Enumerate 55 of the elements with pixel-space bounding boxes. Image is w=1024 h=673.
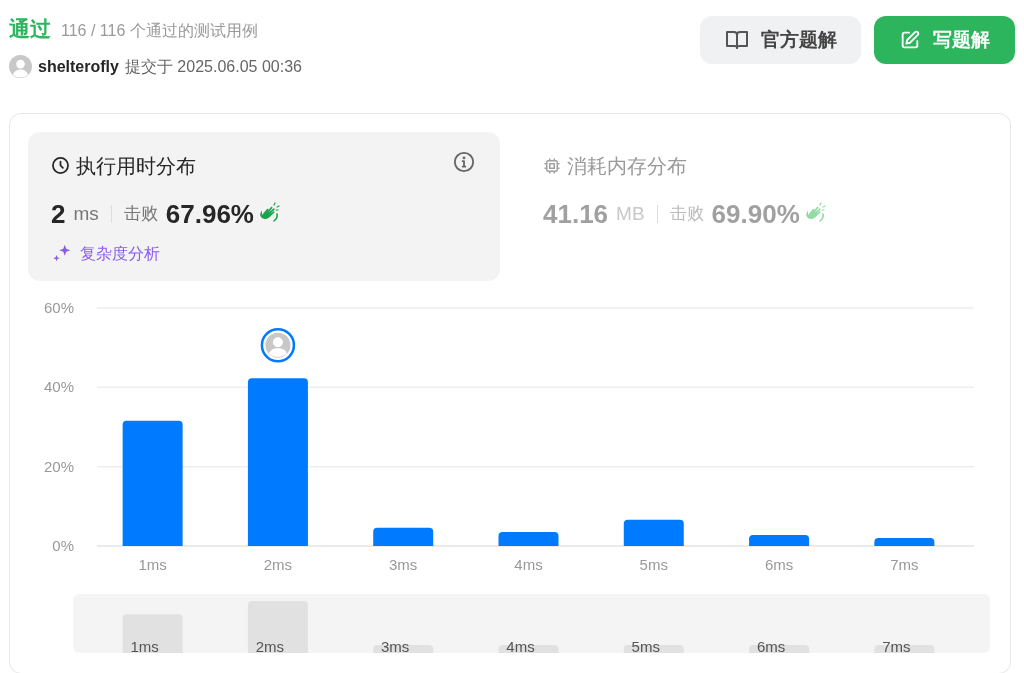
- beats-label: 击败: [669, 203, 704, 226]
- y-axis-label: 40%: [43, 377, 74, 395]
- book-icon: [724, 28, 749, 52]
- y-axis-label: 0%: [52, 536, 74, 554]
- x-axis-label: 7ms: [890, 555, 919, 573]
- beats-label: 击败: [123, 203, 158, 226]
- y-axis-label: 20%: [43, 457, 74, 475]
- navigator-label: 2ms: [255, 637, 285, 655]
- chip-icon: [543, 156, 561, 175]
- navigator-label: 7ms: [882, 637, 911, 655]
- bar[interactable]: [247, 377, 308, 546]
- value-unit: ms: [73, 201, 99, 226]
- navigator-label: 5ms: [631, 637, 660, 655]
- x-axis-label: 2ms: [263, 555, 293, 573]
- x-axis-label: 5ms: [639, 555, 668, 573]
- navigator-bar: [498, 644, 559, 653]
- bar[interactable]: [373, 527, 434, 546]
- bar[interactable]: [122, 420, 183, 546]
- beats-percentage: 69.90%: [711, 197, 800, 231]
- x-axis-label: 3ms: [389, 555, 418, 573]
- test-count: 116 / 116 个通过的测试用例: [61, 21, 258, 41]
- value-number: 41.16: [543, 197, 609, 231]
- avatar-marker: [260, 327, 296, 362]
- panel-title: 消耗内存分布: [567, 153, 687, 179]
- navigator-bar: [623, 644, 684, 653]
- navigator-bar: [247, 600, 308, 653]
- navigator-label: 4ms: [506, 637, 535, 655]
- status-label: 通过: [9, 16, 51, 42]
- bar[interactable]: [874, 537, 935, 546]
- navigator-bar: [749, 644, 810, 653]
- value-number: 2: [51, 197, 66, 231]
- beats-percentage: 67.96%: [165, 197, 254, 231]
- bar[interactable]: [498, 531, 559, 546]
- y-axis-label: 60%: [43, 298, 74, 316]
- info-icon[interactable]: [453, 150, 475, 173]
- complexity-analysis-link[interactable]: 复杂度分析: [51, 241, 160, 266]
- panel-title: 执行用时分布: [76, 153, 196, 179]
- submitted-time: 提交于 2025.06.05 00:36: [124, 56, 302, 77]
- avatar-icon: [9, 55, 32, 78]
- username[interactable]: shelterofly: [38, 54, 119, 79]
- x-axis-label: 4ms: [514, 555, 543, 573]
- navigator-bar: [874, 644, 935, 653]
- x-axis-label: 1ms: [138, 555, 167, 573]
- x-axis-label: 6ms: [764, 555, 794, 573]
- navigator-label: 1ms: [130, 637, 159, 655]
- edit-icon: [899, 29, 921, 51]
- navigator-label: 3ms: [381, 637, 410, 655]
- navigator-bar: [122, 613, 183, 653]
- official-solution-button[interactable]: 官方题解: [700, 16, 861, 64]
- clock-icon: [51, 156, 70, 175]
- runtime-panel[interactable]: 执行用时分布 2 ms 击败 67.96% 复杂度分析: [28, 131, 500, 281]
- bar[interactable]: [623, 519, 684, 546]
- bar[interactable]: [749, 534, 810, 546]
- navigator-bar: [373, 644, 434, 653]
- navigator-label: 6ms: [756, 637, 786, 655]
